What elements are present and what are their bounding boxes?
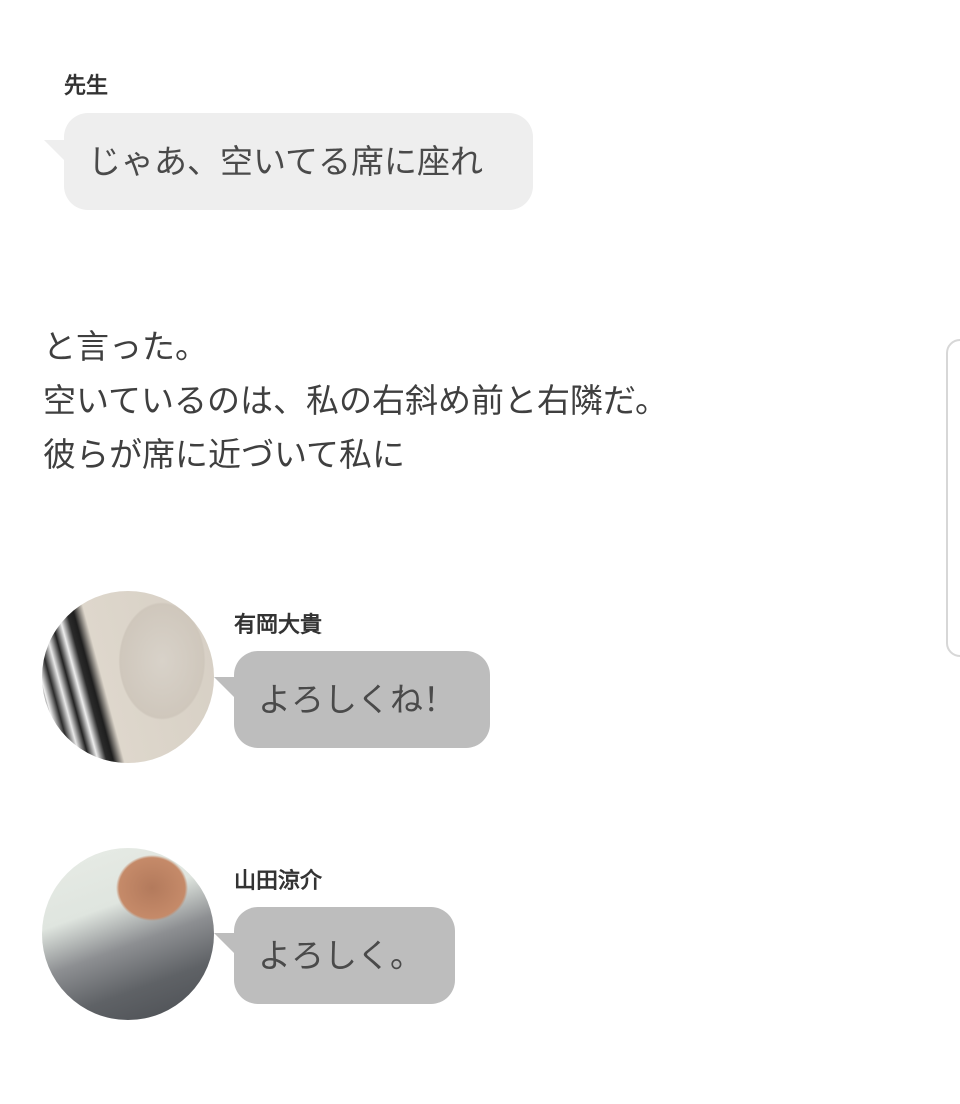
speech-bubble-arioka: よろしくね！ bbox=[214, 651, 490, 748]
narration-line: 空いているのは、私の右斜め前と右隣だ。 bbox=[43, 381, 669, 420]
speaker-name-yamada: 山田涼介 bbox=[234, 869, 323, 894]
speech-bubble-text: よろしく。 bbox=[258, 936, 423, 975]
speech-bubble-text: じゃあ、空いてる席に座れ bbox=[88, 142, 484, 181]
narration-line: 彼らが席に近づいて私に bbox=[43, 435, 406, 474]
narration-line: と言った。 bbox=[43, 327, 208, 366]
speaker-name-arioka: 有岡大貴 bbox=[234, 613, 323, 638]
speaker-name-teacher: 先生 bbox=[64, 74, 109, 99]
speech-bubble-teacher: じゃあ、空いてる席に座れ bbox=[44, 113, 533, 210]
narration-text: と言った。 空いているのは、私の右斜め前と右隣だ。 彼らが席に近づいて私に bbox=[43, 320, 903, 482]
speech-bubble-yamada: よろしく。 bbox=[214, 907, 455, 1004]
avatar-yamada bbox=[42, 848, 214, 1020]
avatar-arioka bbox=[42, 591, 214, 763]
speech-bubble-text: よろしくね！ bbox=[258, 680, 456, 719]
side-scroll-handle[interactable] bbox=[946, 339, 960, 657]
